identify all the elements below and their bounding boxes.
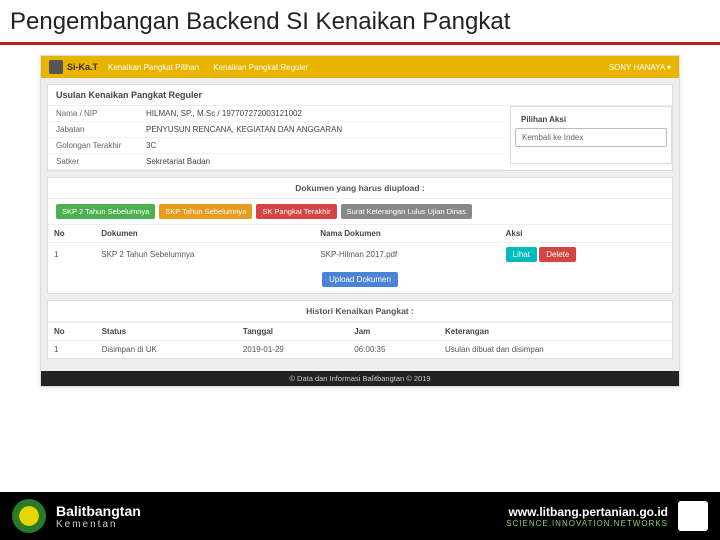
label-nama: Nama / NIP [56,109,146,118]
footer-badge-icon [678,501,708,531]
table-header-row: No Dokumen Nama Dokumen Aksi [48,225,672,243]
value-golongan: 3C [146,141,156,150]
app-window: Si-Ka.T Kenaikan Pangkat Pilihan Kenaika… [40,55,680,387]
th-status: Status [96,323,237,341]
app-footer: © Data dan Informasi Balitbangtan © 2019 [41,371,679,386]
title-underline [0,42,720,45]
docs-table: No Dokumen Nama Dokumen Aksi 1 SKP 2 Tah… [48,224,672,266]
table-header-row: No Status Tanggal Jam Keterangan [48,323,672,341]
user-menu[interactable]: SONY HANAYA ▾ [609,63,671,72]
th-tanggal: Tanggal [237,323,348,341]
slide-title: Pengembangan Backend SI Kenaikan Pangkat [0,0,720,42]
panel-history: Histori Kenaikan Pangkat : No Status Tan… [47,300,673,359]
cell-tanggal: 2019-01-29 [237,341,348,359]
topbar: Si-Ka.T Kenaikan Pangkat Pilihan Kenaika… [41,56,679,78]
view-button[interactable]: Lihat [506,247,537,262]
label-jabatan: Jabatan [56,125,146,134]
side-panel: Pilihan Aksi Kembali ke Index [510,106,672,164]
footer-suborg: Kementan [56,519,141,530]
footer-logo-icon [12,499,46,533]
side-panel-title: Pilihan Aksi [515,111,667,128]
table-row: 1 SKP 2 Tahun Sebelumnya SKP-Hilman 2017… [48,243,672,267]
panel-header: Usulan Kenaikan Pangkat Reguler Nama / N… [47,84,673,171]
brand-logo-icon [49,60,63,74]
cell-keterangan: Usulan dibuat dan disimpan [439,341,672,359]
value-jabatan: PENYUSUN RENCANA, KEGIATAN DAN ANGGARAN [146,125,342,134]
tag-surat-lulus: Surat Keterangan Lulus Ujian Dinas [341,204,472,219]
history-heading: Histori Kenaikan Pangkat : [48,301,672,322]
footer-org: Balitbangtan [56,503,141,519]
tag-skp2: SKP 2 Tahun Sebelumnya [56,204,155,219]
info-panel: Nama / NIPHILMAN, SP., M.Sc / 1977072720… [48,106,504,170]
cell-nama-dokumen: SKP-Hilman 2017.pdf [314,243,499,267]
brand-text: Si-Ka.T [67,62,98,72]
th-dokumen: Dokumen [95,225,314,243]
th-nama-dokumen: Nama Dokumen [314,225,499,243]
th-no: No [48,323,96,341]
label-satker: Satker [56,157,146,166]
page-title: Usulan Kenaikan Pangkat Reguler [48,85,672,106]
cell-jam: 06:00:35 [348,341,439,359]
history-table: No Status Tanggal Jam Keterangan 1 Disim… [48,322,672,358]
th-aksi: Aksi [500,225,672,243]
value-satker: Sekretariat Badan [146,157,210,166]
nav-reguler[interactable]: Kenaikan Pangkat Reguler [213,63,308,72]
cell-no: 1 [48,243,95,267]
footer-url: www.litbang.pertanian.go.id [506,505,668,519]
panel-docs: Dokumen yang harus diupload : SKP 2 Tahu… [47,177,673,294]
table-row: 1 Disimpan di UK 2019-01-29 06:00:35 Usu… [48,341,672,359]
upload-dokumen-button[interactable]: Upload Dokumen [322,272,398,287]
cell-no: 1 [48,341,96,359]
th-no: No [48,225,95,243]
docs-heading: Dokumen yang harus diupload : [48,178,672,199]
slide-footer: Balitbangtan Kementan www.litbang.pertan… [0,492,720,540]
cell-aksi: Lihat Delete [500,243,672,267]
label-golongan: Golongan Terakhir [56,141,146,150]
th-keterangan: Keterangan [439,323,672,341]
tag-sk-pangkat: SK Pangkat Terakhir [256,204,336,219]
footer-tagline: SCIENCE.INNOVATION.NETWORKS [506,519,668,528]
nav-pilihan[interactable]: Kenaikan Pangkat Pilihan [108,63,199,72]
cell-status: Disimpan di UK [96,341,237,359]
doc-tags-row: SKP 2 Tahun Sebelumnya SKP Tahun Sebelum… [48,199,672,224]
th-jam: Jam [348,323,439,341]
value-nama: HILMAN, SP., M.Sc / 197707272003121002 [146,109,302,118]
delete-button[interactable]: Delete [539,247,576,262]
tag-skp1: SKP Tahun Sebelumnya [159,204,252,219]
app-content: Usulan Kenaikan Pangkat Reguler Nama / N… [41,78,679,371]
cell-dokumen: SKP 2 Tahun Sebelumnya [95,243,314,267]
back-to-index-button[interactable]: Kembali ke Index [515,128,667,147]
